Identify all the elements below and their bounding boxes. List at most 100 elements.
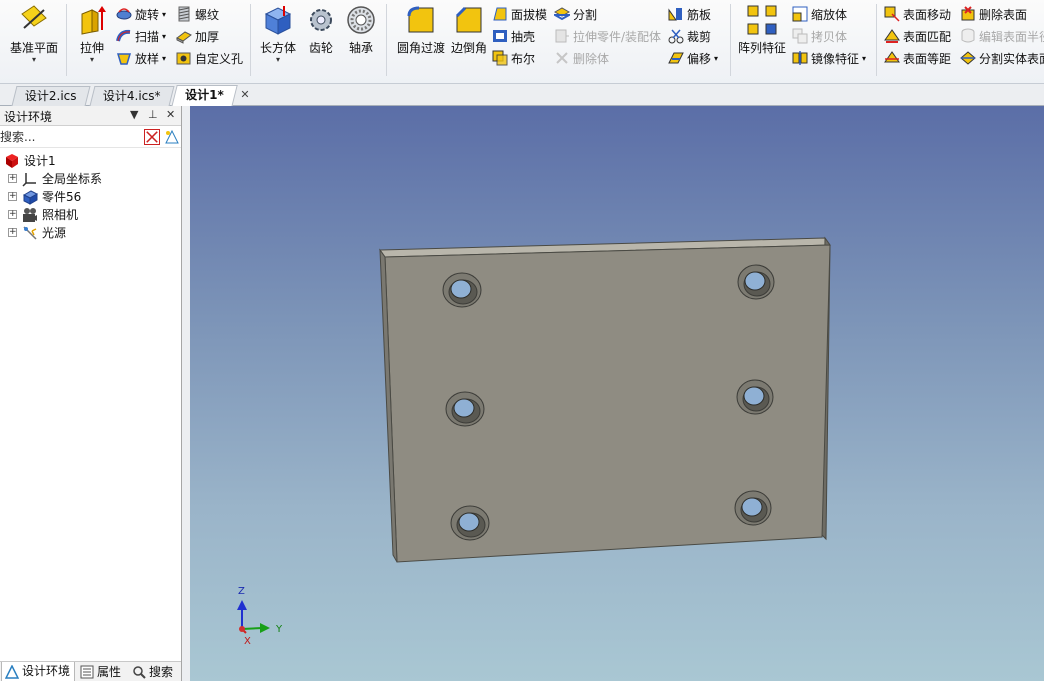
hole[interactable] <box>737 264 775 300</box>
datum-plane-button[interactable]: 基准平面 ▾ <box>6 4 62 64</box>
stretch-part-button[interactable]: 拉伸零件/装配体 <box>554 26 661 46</box>
pattern-button[interactable]: 阵列特征 <box>736 4 788 56</box>
tree-item-part56[interactable]: + 零件56 <box>0 188 180 206</box>
boolean-icon <box>492 50 508 66</box>
tab-design4[interactable]: 设计4.ics* <box>89 86 175 106</box>
hole[interactable] <box>442 272 482 308</box>
panel-menu-icon[interactable]: ▼ <box>130 108 138 121</box>
search-row <box>0 126 181 148</box>
tab-design-environment[interactable]: 设计环境 <box>1 662 75 681</box>
face-offset-button[interactable]: 表面等距 <box>884 48 951 68</box>
hole[interactable] <box>736 379 774 415</box>
tab-design1[interactable]: 设计1* <box>171 85 238 107</box>
expand-icon[interactable]: + <box>8 228 17 237</box>
pin-icon[interactable]: ⊥ <box>148 108 158 121</box>
mirror-button[interactable]: 镜像特征 ▾ <box>792 48 866 68</box>
split-icon <box>554 7 570 21</box>
face-move-button[interactable]: 表面移动 <box>884 4 951 24</box>
chevron-down-icon: ▾ <box>89 55 94 64</box>
chamfer-button[interactable]: 边倒角 <box>448 4 490 56</box>
draft-button[interactable]: 面拔模 <box>492 4 547 24</box>
edit-face-radius-button[interactable]: 编辑表面半径 <box>960 26 1044 46</box>
filter-icon[interactable] <box>164 129 180 145</box>
tree-item-light-source[interactable]: + 光源 <box>0 224 180 242</box>
coordinate-system-icon <box>22 173 36 187</box>
rib-icon <box>668 8 682 21</box>
edit-radius-icon <box>961 28 975 43</box>
revolve-button[interactable]: 旋转 ▾ <box>116 4 166 24</box>
hole[interactable] <box>734 490 772 526</box>
scale-body-button[interactable]: 缩放体 <box>792 4 847 24</box>
expand-icon[interactable]: + <box>8 210 17 219</box>
clear-search-icon[interactable] <box>144 129 160 145</box>
split-button[interactable]: 分割 <box>554 4 597 24</box>
tree-item-global-coordinate[interactable]: + 全局坐标系 <box>0 170 180 188</box>
shell-icon <box>493 30 507 42</box>
bearing-icon <box>347 6 375 34</box>
delete-face-button[interactable]: 删除表面 <box>960 4 1027 24</box>
tab-design2[interactable]: 设计2.ics <box>11 86 91 106</box>
pattern-icon <box>747 5 777 35</box>
close-tab-icon[interactable]: ✕ <box>238 88 252 102</box>
split-face-icon <box>960 51 976 65</box>
ribbon-divider <box>730 4 731 76</box>
gear-button[interactable]: 齿轮 <box>304 4 338 56</box>
axis-origin <box>239 626 245 632</box>
box-button[interactable]: 长方体 ▾ <box>256 4 300 64</box>
tab-properties[interactable]: 属性 <box>80 662 128 681</box>
search-icon <box>133 666 146 679</box>
scale-icon <box>792 6 808 22</box>
tree-root-design1[interactable]: 设计1 <box>0 152 180 170</box>
offset-icon <box>668 52 684 64</box>
face-offset-icon <box>884 51 900 63</box>
x-axis-label: X <box>244 636 251 647</box>
chevron-down-icon: ▾ <box>162 9 167 19</box>
splitter[interactable] <box>182 106 190 681</box>
delete-body-icon <box>556 52 568 64</box>
custom-hole-button[interactable]: 自定义孔 <box>176 48 243 68</box>
hole[interactable] <box>450 505 490 541</box>
tab-search[interactable]: 搜索 <box>132 662 180 681</box>
z-axis-arrow <box>237 600 247 610</box>
panel-bottom-tabs: 设计环境 属性 搜索 <box>0 661 181 681</box>
3d-viewport[interactable]: Z Y X <box>190 106 1044 681</box>
extrude-button[interactable]: 拉伸 ▾ <box>74 4 110 64</box>
hole[interactable] <box>445 391 485 427</box>
shell-button[interactable]: 抽壳 <box>492 26 535 46</box>
thread-button[interactable]: 螺纹 <box>176 4 219 24</box>
chevron-down-icon: ▾ <box>31 55 36 64</box>
split-solid-face-button[interactable]: 分割实体表面 <box>960 48 1044 68</box>
thicken-button[interactable]: 加厚 <box>176 26 219 46</box>
close-panel-icon[interactable]: ✕ <box>166 108 175 121</box>
revolve-icon <box>116 8 132 20</box>
bearing-button[interactable]: 轴承 <box>344 4 378 56</box>
sweep-button[interactable]: 扫描 ▾ <box>116 26 166 46</box>
trim-icon <box>668 29 684 44</box>
tree-item-camera[interactable]: + 照相机 <box>0 206 180 224</box>
copy-icon <box>792 28 808 44</box>
trim-button[interactable]: 裁剪 <box>668 26 711 46</box>
thicken-icon <box>176 31 192 44</box>
panel-title: 设计环境 <box>4 110 53 124</box>
rib-button[interactable]: 筋板 <box>668 4 711 24</box>
tree-search-input[interactable] <box>0 128 138 146</box>
ribbon-divider <box>66 4 67 76</box>
hole-icon <box>176 52 191 65</box>
camera-icon <box>23 208 37 222</box>
draft-icon <box>493 7 507 21</box>
copy-body-button[interactable]: 拷贝体 <box>792 26 847 46</box>
boolean-button[interactable]: 布尔 <box>492 48 535 68</box>
light-icon <box>23 226 37 240</box>
expand-icon[interactable]: + <box>8 192 17 201</box>
offset-button[interactable]: 偏移 ▾ <box>668 48 718 68</box>
fillet-button[interactable]: 圆角过渡 <box>394 4 448 56</box>
design-root-icon <box>6 154 18 168</box>
face-match-button[interactable]: 表面匹配 <box>884 26 951 46</box>
loft-button[interactable]: 放样 ▾ <box>116 48 166 68</box>
z-axis-label: Z <box>238 586 245 597</box>
panel-header: 设计环境 ▼ ⊥ ✕ <box>0 106 181 126</box>
design-environment-panel: 设计环境 ▼ ⊥ ✕ 设计1 + 全局坐标系 + 零件56 + 照相机 + <box>0 106 182 681</box>
expand-icon[interactable]: + <box>8 174 17 183</box>
delete-body-button[interactable]: 删除体 <box>554 48 609 68</box>
fillet-icon <box>407 6 434 33</box>
